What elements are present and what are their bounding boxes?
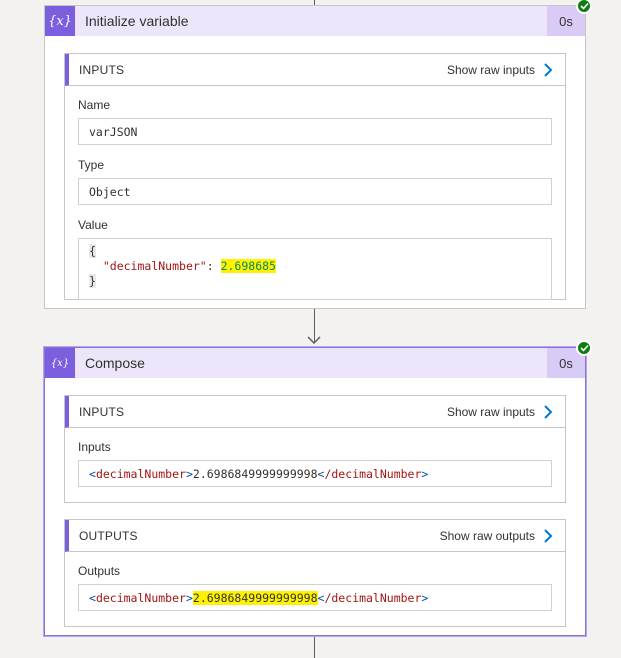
show-raw-inputs-label: Show raw inputs [446,404,535,419]
initialize-variable-card[interactable]: {x} Initialize variable 0s INPUTS Show r… [44,0,592,309]
compose-card[interactable]: {x} Compose 0s INPUTS Show raw inputs In… [44,340,592,636]
close-tag: /decimalNumber [324,467,422,481]
success-check-icon [576,340,592,356]
show-raw-inputs-link[interactable]: Show raw inputs [447,63,553,77]
json-key: "decimalNumber" [102,259,207,273]
outputs-label: Outputs [78,564,121,578]
card-header[interactable]: {x} Initialize variable 0s [45,0,592,36]
inputs-field: <decimalNumber>2.6986849999999998</decim… [78,460,552,487]
outputs-section: OUTPUTS Show raw outputs Outputs <decima… [64,519,566,627]
show-raw-inputs-label: Show raw inputs [446,62,535,77]
chevron-right-icon [544,62,553,77]
json-colon: : [206,259,221,273]
outputs-field: <decimalNumber>2.6986849999999998</decim… [78,584,552,611]
show-raw-inputs-link[interactable]: Show raw inputs [447,405,553,419]
card-title: Initialize variable [85,13,189,29]
name-label: Name [78,98,111,112]
inputs-value: 2.6986849999999998 [192,467,318,481]
chevron-right-icon [544,528,553,543]
section-title: OUTPUTS [79,528,138,543]
inputs-section-header: INPUTS Show raw inputs [65,54,565,86]
chevron-right-icon [544,404,553,419]
arrow-down-icon [307,336,321,344]
type-field: Object [78,178,552,205]
json-number-value: 2.698685 [220,259,276,273]
connector-bottom [314,637,315,658]
card-title: Compose [85,355,145,371]
inputs-section: INPUTS Show raw inputs Inputs <decimalNu… [64,395,566,503]
section-title: INPUTS [79,404,125,419]
variable-icon: {x} [45,6,75,36]
open-tag: decimalNumber [95,467,186,481]
section-title: INPUTS [79,62,125,77]
inputs-label: Inputs [78,440,111,454]
type-label: Type [78,158,105,172]
show-raw-outputs-label: Show raw outputs [439,528,535,543]
outputs-section-header: OUTPUTS Show raw outputs [65,520,565,552]
open-tag: decimalNumber [95,591,186,605]
inputs-section-header: INPUTS Show raw inputs [65,396,565,428]
card-header[interactable]: {x} Compose 0s [45,340,592,378]
show-raw-outputs-link[interactable]: Show raw outputs [440,529,553,543]
success-check-icon [576,0,592,14]
close-tag: /decimalNumber [324,591,422,605]
value-json-field: { "decimalNumber": 2.698685 } [78,238,552,300]
json-close-brace: } [89,274,96,288]
json-open-brace: { [89,244,96,258]
inputs-section: INPUTS Show raw inputs Name varJSON Type… [64,53,566,300]
name-field: varJSON [78,118,552,145]
variable-icon: {x} [45,348,75,378]
outputs-value: 2.6986849999999998 [192,591,318,605]
value-label: Value [78,218,108,232]
